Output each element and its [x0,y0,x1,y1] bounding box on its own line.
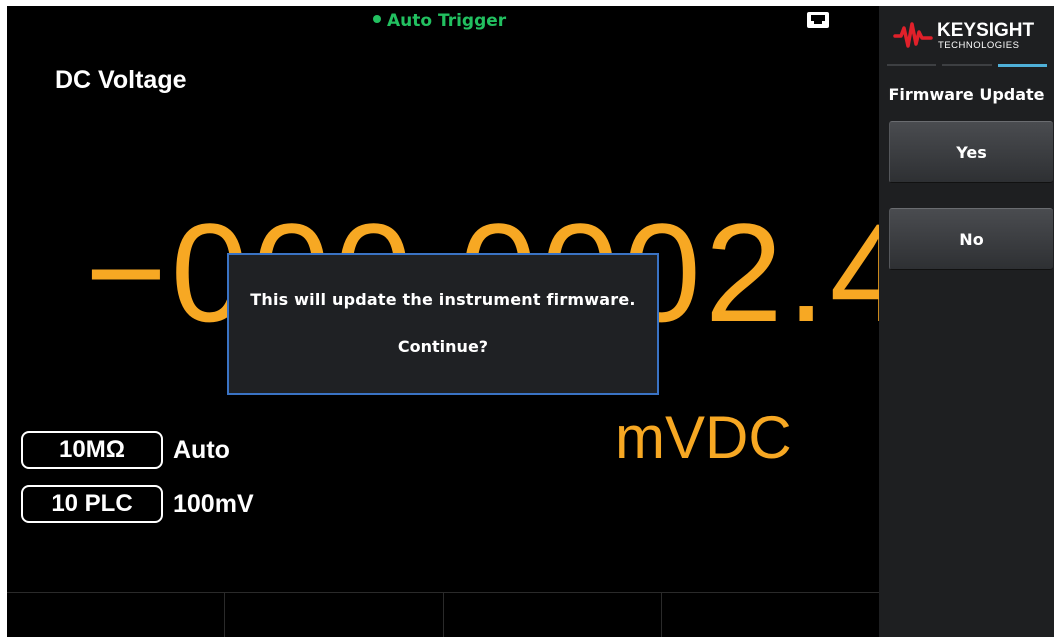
yes-button[interactable]: Yes [889,121,1053,183]
no-button[interactable]: No [889,208,1053,270]
bottom-softkey-4[interactable] [661,593,879,637]
integration-range-row: 10 PLC 100mV [21,484,254,524]
menu-page-indicator [887,64,1047,67]
bottom-softkey-1[interactable] [7,593,226,637]
keysight-logo: KEYSIGHT TECHNOLOGIES [893,18,1053,56]
bottom-softkey-3[interactable] [443,593,662,637]
dialog-message: This will update the instrument firmware… [250,290,636,309]
menu-title: Firmware Update [888,85,1045,104]
bottom-softkey-2[interactable] [225,593,444,637]
integration-time-badge: 10 PLC [21,485,163,523]
trigger-status: Auto Trigger [373,11,506,31]
measurement-units: mVDC [615,404,792,471]
input-impedance-value: Auto [173,435,230,464]
menu-page-tab-1 [887,64,937,66]
menu-page-tab-2 [942,64,992,66]
trigger-indicator-icon [373,15,381,23]
dialog-prompt: Continue? [397,337,489,356]
input-impedance-row: 10MΩ Auto [21,430,230,470]
logo-subtitle: TECHNOLOGIES [938,40,1020,51]
softkey-panel: KEYSIGHT TECHNOLOGIES Firmware Update Ye… [879,6,1054,637]
keysight-wave-logo-icon [893,22,933,48]
logo-brand: KEYSIGHT [937,20,1035,41]
measurement-function-label: DC Voltage [55,66,187,94]
bottom-softkey-strip [7,592,879,637]
trigger-label: Auto Trigger [387,11,507,31]
firmware-update-dialog: This will update the instrument firmware… [227,253,659,395]
input-impedance-badge: 10MΩ [21,431,163,469]
lan-connection-icon [807,12,829,28]
menu-page-tab-3 [997,64,1047,67]
status-bar: Auto Trigger [7,6,879,36]
instrument-display: Auto Trigger DC Voltage −000.0002.4 mVDC… [7,6,1054,637]
range-value: 100mV [173,489,254,518]
